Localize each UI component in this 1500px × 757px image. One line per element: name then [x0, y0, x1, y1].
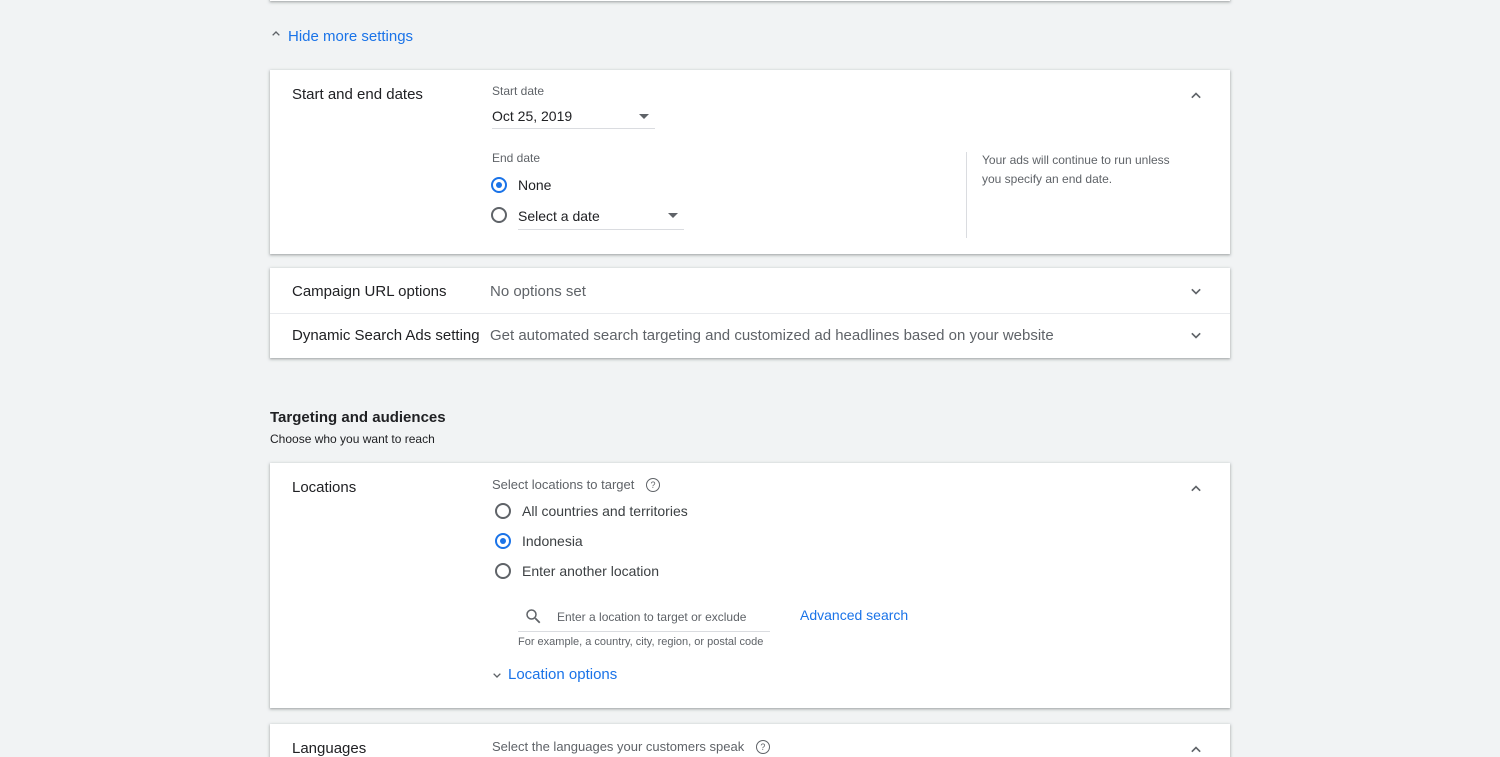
locations-prompt: Select locations to target [492, 477, 635, 492]
advanced-search-label: Advanced search [800, 607, 909, 623]
start-end-dates-label: Start and end dates [292, 86, 423, 103]
end-date-select-radio[interactable] [491, 207, 507, 223]
end-date-dropdown[interactable]: Select a date [518, 202, 684, 230]
previous-settings-card [270, 0, 1230, 1]
start-date-caption: Start date [492, 84, 545, 98]
end-date-none-radio[interactable] [491, 177, 507, 193]
location-options-link[interactable]: Location options [489, 666, 617, 683]
location-all-label: All countries and territories [522, 503, 688, 519]
locations-label: Locations [292, 479, 357, 496]
chevron-down-icon [489, 667, 505, 683]
campaign-url-options-label: Campaign URL options [292, 283, 447, 300]
languages-card: Languages Select the languages your cust… [270, 724, 1230, 757]
collapse-chevron-up-icon[interactable] [1186, 740, 1206, 757]
locations-prompt-row: Select locations to target ? [492, 477, 660, 492]
start-date-dropdown[interactable]: Oct 25, 2019 [492, 104, 655, 129]
chevron-up-icon [268, 26, 284, 46]
search-icon [524, 607, 542, 630]
end-date-help-text: Your ads will continue to run unless you… [982, 153, 1170, 186]
languages-prompt: Select the languages your customers spea… [492, 739, 745, 754]
end-date-select-label: Select a date [518, 207, 600, 224]
end-date-none-label: None [518, 177, 552, 193]
location-other-radio[interactable] [495, 563, 511, 579]
campaign-settings-page: Hide more settings Start and end dates S… [0, 0, 1500, 757]
row-divider [270, 313, 1230, 314]
languages-prompt-row: Select the languages your customers spea… [492, 739, 770, 754]
collapse-chevron-up-icon[interactable] [1186, 479, 1206, 499]
collapse-chevron-up-icon[interactable] [1186, 86, 1206, 106]
start-date-value: Oct 25, 2019 [492, 108, 573, 124]
targeting-subtitle: Choose who you want to reach [270, 432, 435, 446]
locations-card: Locations Select locations to target ? A… [270, 463, 1230, 708]
targeting-title: Targeting and audiences [270, 409, 446, 426]
expand-chevron-down-icon[interactable] [1186, 325, 1206, 345]
location-search-hint: For example, a country, city, region, or… [518, 636, 764, 648]
location-search-field[interactable] [518, 601, 770, 632]
end-date-caption: End date [492, 151, 541, 165]
help-icon[interactable]: ? [645, 478, 660, 492]
help-icon[interactable]: ? [755, 740, 770, 754]
expand-chevron-down-icon[interactable] [1186, 281, 1206, 301]
location-indonesia-label: Indonesia [522, 533, 583, 549]
dropdown-arrow-icon [639, 113, 649, 119]
hide-more-settings-label: Hide more settings [288, 27, 414, 45]
location-other-label: Enter another location [522, 563, 659, 579]
hide-more-settings-link[interactable]: Hide more settings [268, 26, 413, 46]
languages-label: Languages [292, 740, 367, 757]
start-end-dates-card: Start and end dates Start date Oct 25, 2… [270, 70, 1230, 254]
dropdown-arrow-icon [668, 213, 678, 218]
advanced-search-link[interactable]: Advanced search [800, 607, 908, 623]
campaign-url-options-value: No options set [490, 283, 586, 300]
location-search-input[interactable] [555, 606, 769, 628]
dsa-setting-value: Get automated search targeting and custo… [490, 327, 1054, 344]
url-dsa-card: Campaign URL options No options set Dyna… [270, 268, 1230, 358]
dsa-setting-label: Dynamic Search Ads setting [292, 327, 480, 344]
location-options-label: Location options [508, 666, 618, 683]
location-all-radio[interactable] [495, 503, 511, 519]
help-divider [966, 152, 967, 238]
location-indonesia-radio[interactable] [495, 533, 511, 549]
